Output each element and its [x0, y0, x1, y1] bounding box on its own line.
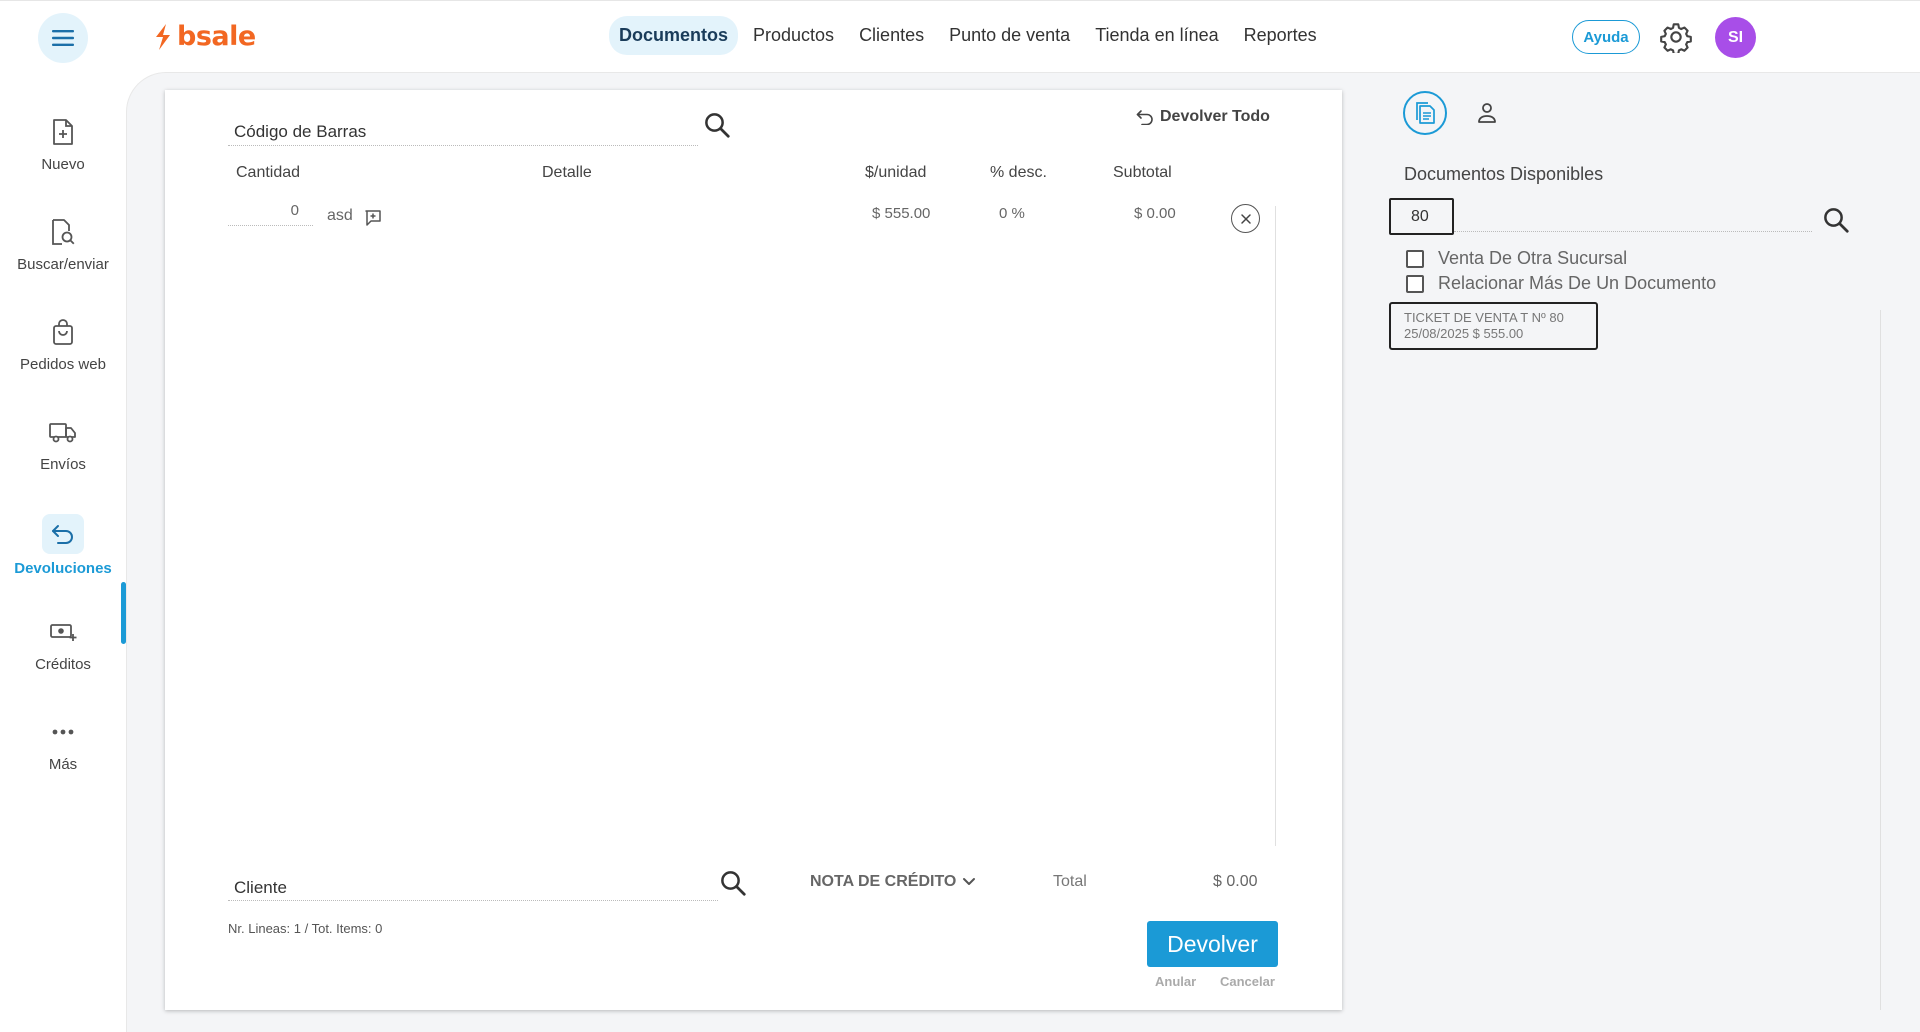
barcode-field [228, 110, 698, 146]
search-document-icon [52, 219, 75, 245]
right-panel-divider [1880, 310, 1881, 1010]
sidebar-item-label: Devoluciones [14, 560, 112, 577]
total-label: Total [1053, 873, 1087, 890]
sidebar-item-label: Pedidos web [20, 356, 106, 373]
client-input[interactable] [228, 867, 718, 900]
row-subtotal: $ 0.00 [1134, 205, 1176, 222]
barcode-search-icon[interactable] [702, 110, 732, 140]
new-document-icon [53, 119, 73, 145]
sidebar-item-label: Más [48, 756, 78, 773]
remove-row-button[interactable] [1231, 204, 1260, 233]
return-icon [52, 525, 73, 544]
document-card[interactable]: TICKET DE VENTA T Nº 80 25/08/2025 $ 555… [1389, 302, 1598, 350]
barcode-input[interactable] [228, 110, 698, 145]
checkbox-icon[interactable] [1406, 249, 1424, 268]
nav-clientes[interactable]: Clientes [849, 16, 934, 55]
sidebar-item-pedidos-web[interactable]: Pedidos web [0, 314, 126, 373]
cancel-link[interactable]: Cancelar [1220, 974, 1275, 989]
col-header-discount: % desc. [990, 164, 1047, 181]
sidebar-item-label: Nuevo [41, 156, 85, 173]
col-header-subtotal: Subtotal [1113, 164, 1172, 181]
lines-summary: Nr. Lineas: 1 / Tot. Items: 0 [228, 921, 383, 936]
checkbox-other-branch[interactable]: Venta De Otra Sucursal [1406, 248, 1627, 269]
row-detail: asd [327, 207, 353, 224]
help-button[interactable]: Ayuda [1572, 20, 1640, 54]
logo-text: bsale [177, 21, 256, 52]
sidebar-item-mas[interactable]: Más [0, 714, 126, 773]
close-icon [1240, 213, 1251, 224]
sidebar-item-buscar-enviar[interactable]: Buscar/enviar [0, 214, 126, 273]
tab-documents[interactable] [1403, 91, 1447, 135]
sidebar-item-label: Créditos [35, 656, 91, 673]
divider [1275, 206, 1276, 846]
return-form-card: Devolver Todo Cantidad Detalle $/unidad … [165, 90, 1342, 1010]
more-dots-icon [52, 729, 74, 735]
menu-button[interactable] [38, 13, 88, 63]
nav-productos[interactable]: Productos [743, 16, 844, 55]
shopping-bag-icon [53, 319, 73, 345]
nav-tienda-en-linea[interactable]: Tienda en línea [1085, 16, 1228, 55]
nav-punto-de-venta[interactable]: Punto de venta [939, 16, 1080, 55]
document-type-select[interactable]: NOTA DE CRÉDITO [810, 873, 976, 891]
sidebar-item-creditos[interactable]: Créditos [0, 614, 126, 673]
row-discount: 0 % [999, 205, 1025, 222]
document-title: TICKET DE VENTA T Nº 80 [1404, 310, 1564, 325]
main-nav: Documentos Productos Clientes Punto de v… [609, 16, 1332, 55]
client-field [228, 867, 718, 901]
document-search-input[interactable]: 80 [1389, 198, 1454, 235]
client-search-icon[interactable] [718, 868, 748, 898]
available-documents-title: Documentos Disponibles [1404, 164, 1604, 184]
nav-reportes[interactable]: Reportes [1234, 16, 1327, 55]
hamburger-icon [52, 30, 74, 46]
truck-icon [49, 423, 76, 443]
top-bar: bsale Documentos Productos Clientes Punt… [0, 0, 1920, 72]
document-search-icon[interactable] [1821, 205, 1851, 235]
sidebar: Nuevo Buscar/enviar Pedidos web Envíos D… [0, 72, 126, 1032]
bsale-logo[interactable]: bsale [153, 21, 256, 52]
quantity-input[interactable]: 0 [228, 202, 313, 226]
devolver-button[interactable]: Devolver [1147, 921, 1278, 967]
document-search-underline [1454, 231, 1812, 232]
total-value: $ 0.00 [1213, 873, 1258, 890]
return-all-label: Devolver Todo [1160, 108, 1270, 125]
tab-client[interactable] [1465, 91, 1509, 135]
col-header-cantidad: Cantidad [236, 164, 301, 181]
void-link[interactable]: Anular [1155, 974, 1196, 989]
document-date-amount: 25/08/2025 $ 555.00 [1404, 326, 1524, 341]
undo-icon [1136, 110, 1153, 125]
credit-money-icon [50, 624, 77, 641]
gear-icon[interactable] [1660, 21, 1692, 53]
user-avatar[interactable]: SI [1715, 17, 1756, 58]
checkbox-label: Venta De Otra Sucursal [1438, 248, 1628, 268]
checkbox-multiple-documents[interactable]: Relacionar Más De Un Documento [1406, 273, 1716, 294]
sidebar-item-envios[interactable]: Envíos [0, 414, 126, 473]
document-type-label: NOTA DE CRÉDITO [810, 873, 957, 890]
documents-icon [1416, 102, 1435, 124]
person-icon [1478, 103, 1496, 123]
nav-documentos[interactable]: Documentos [609, 16, 739, 55]
checkbox-icon[interactable] [1406, 274, 1424, 293]
add-comment-icon[interactable] [364, 209, 382, 227]
sidebar-item-label: Buscar/enviar [17, 256, 109, 273]
col-header-unit-price: $/unidad [865, 164, 927, 181]
sidebar-item-label: Envíos [40, 456, 86, 473]
chevron-down-icon [963, 878, 976, 885]
row-unit-price: $ 555.00 [872, 205, 931, 222]
sidebar-item-devoluciones[interactable]: Devoluciones [0, 514, 126, 577]
return-all-button[interactable]: Devolver Todo [1136, 108, 1270, 126]
bsale-bolt-icon [156, 23, 170, 50]
sidebar-item-nuevo[interactable]: Nuevo [0, 114, 126, 173]
checkbox-label: Relacionar Más De Un Documento [1438, 273, 1717, 293]
col-header-detalle: Detalle [542, 164, 592, 181]
